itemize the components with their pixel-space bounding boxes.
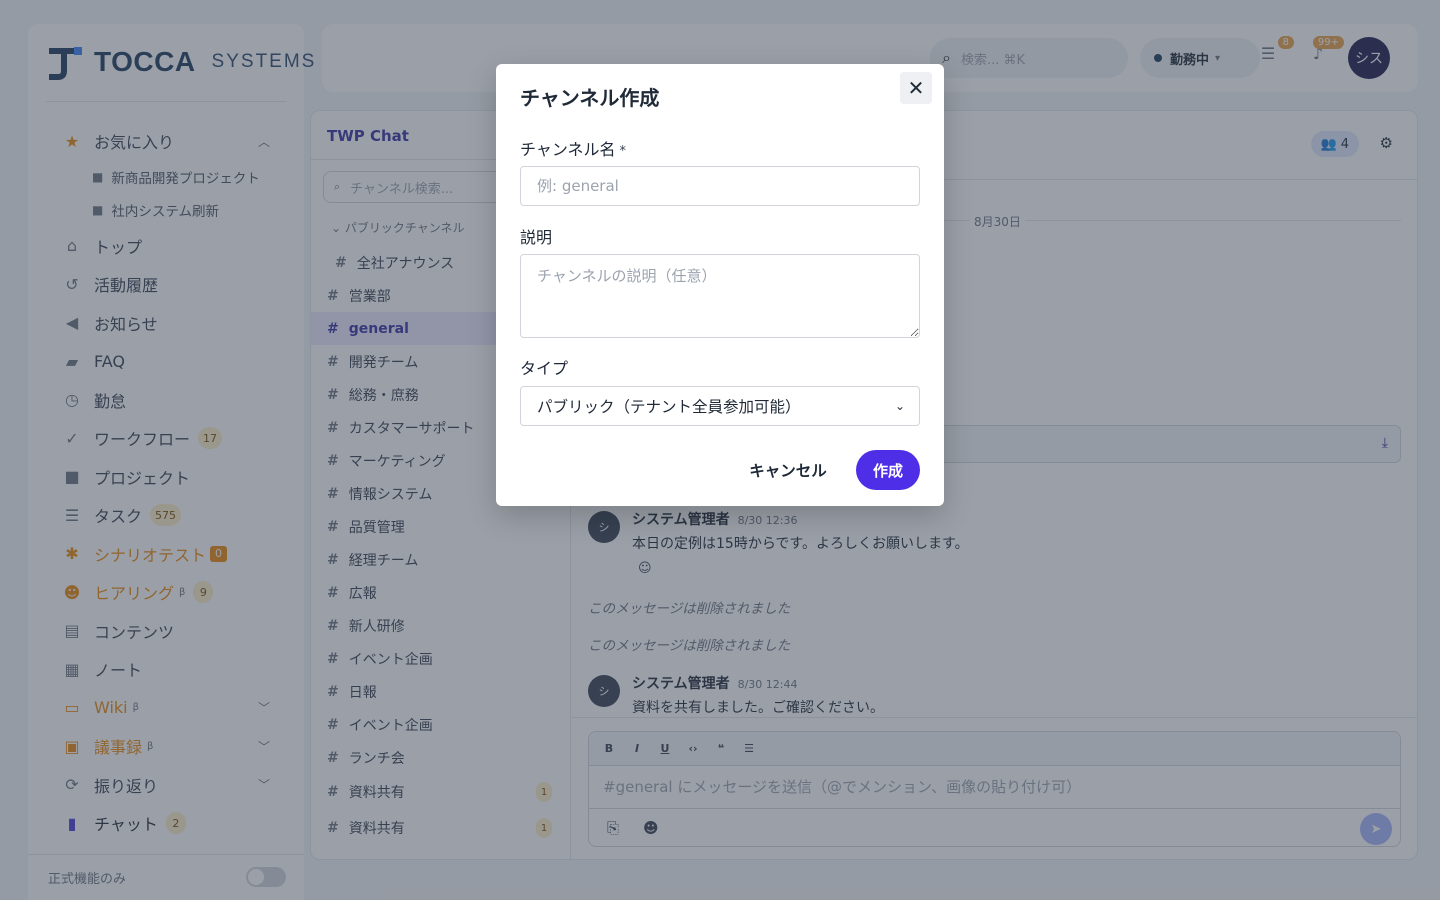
channel-name-label: チャンネル名 * (520, 136, 626, 160)
close-button[interactable]: ✕ (900, 72, 932, 104)
create-channel-dialog: チャンネル作成 ✕ チャンネル名* 説明 タイプ パブリック（テナント全員参加可… (496, 64, 944, 506)
dialog-title: チャンネル作成 (520, 86, 660, 110)
cancel-button[interactable]: キャンセル (736, 450, 840, 490)
chevron-down-icon: ⌄ (894, 399, 905, 413)
channel-name-label-text: チャンネル名 (520, 140, 616, 159)
required-marker: * (619, 144, 627, 159)
type-select[interactable]: パブリック（テナント全員参加可能） ⌄ (520, 386, 920, 426)
channel-name-input[interactable] (520, 166, 920, 206)
type-selected-value: パブリック（テナント全員参加可能） (537, 398, 801, 416)
description-textarea[interactable] (520, 254, 920, 338)
type-label: タイプ (520, 359, 569, 378)
description-label: 説明 (520, 228, 553, 247)
close-icon: ✕ (907, 76, 925, 100)
create-button[interactable]: 作成 (856, 450, 920, 490)
